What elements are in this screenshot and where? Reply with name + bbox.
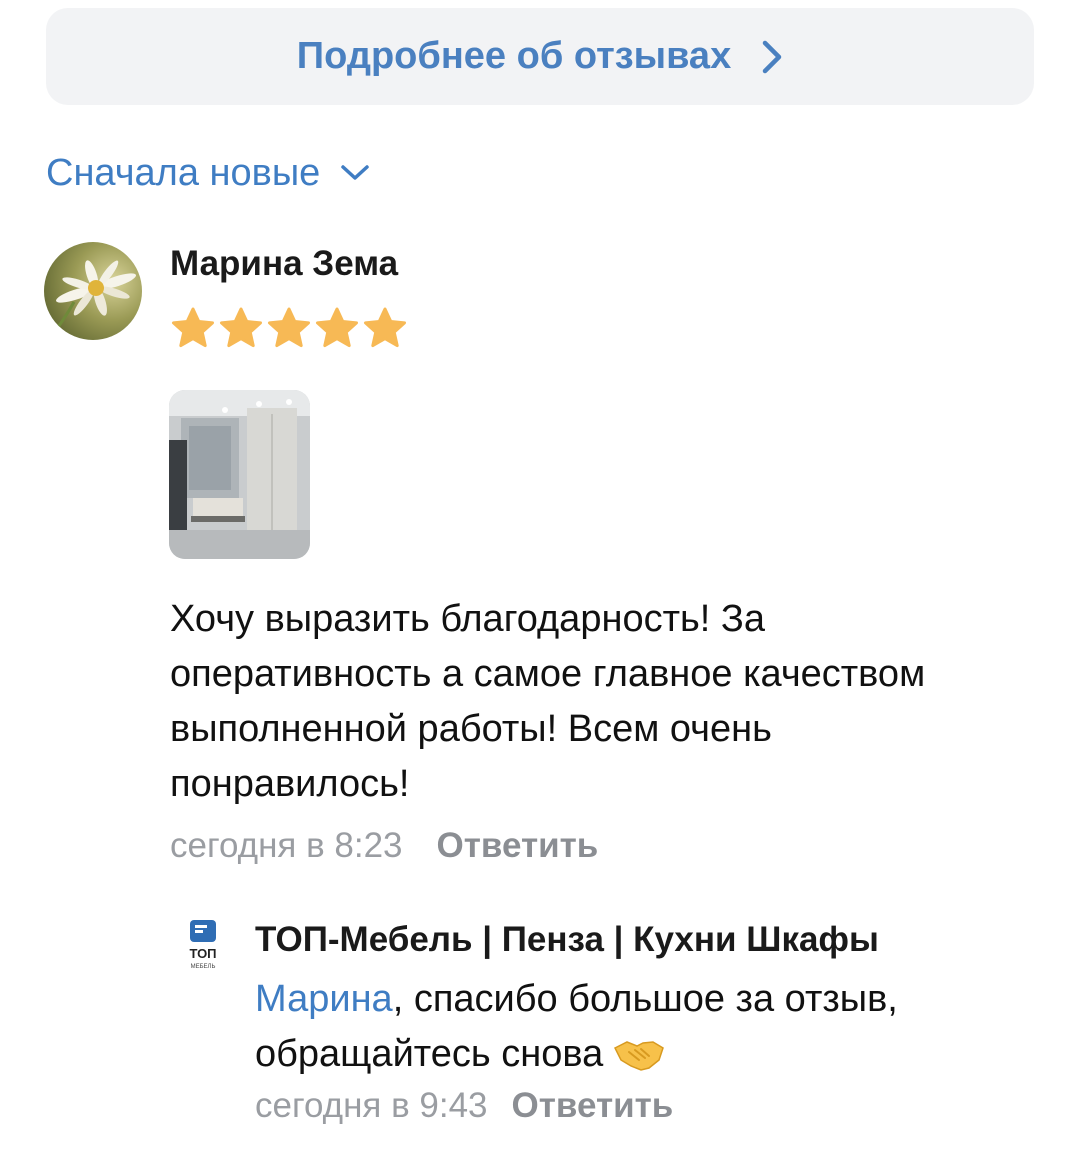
star-icon: [266, 306, 312, 352]
reply-author-name[interactable]: ТОП-Мебель | Пенза | Кухни Шкафы: [255, 920, 879, 960]
community-logo[interactable]: ТОП МЕБЕЛЬ: [186, 920, 222, 972]
reviews-details-label: Подробнее об отзывах: [296, 35, 732, 77]
reviews-details-button[interactable]: Подробнее об отзывах: [46, 8, 1034, 105]
star-icon: [170, 306, 216, 352]
review-date: сегодня в 8:23: [170, 826, 403, 865]
avatar[interactable]: [44, 242, 142, 340]
sort-dropdown[interactable]: Сначала новые: [46, 148, 370, 198]
chevron-right-icon: [761, 39, 783, 75]
star-icon: [362, 306, 408, 352]
reply-meta: сегодня в 9:43 Ответить: [255, 1086, 673, 1126]
review-author-name[interactable]: Марина Зема: [170, 244, 398, 284]
svg-text:ТОП: ТОП: [189, 946, 216, 961]
star-icon: [314, 306, 360, 352]
reply-reply-button[interactable]: Ответить: [512, 1086, 674, 1126]
handshake-icon: [613, 1033, 665, 1088]
review-photo[interactable]: [169, 390, 310, 559]
reply-date: сегодня в 9:43: [255, 1086, 488, 1125]
chevron-down-icon: [340, 164, 370, 182]
review-text: Хочу выразить благодарность! За оператив…: [170, 598, 926, 805]
star-icon: [218, 306, 264, 352]
reply-text: Марина, спасибо большое за отзыв, обраща…: [255, 972, 1035, 1088]
reply-button[interactable]: Ответить: [437, 826, 599, 866]
rating-stars: [170, 306, 408, 352]
sort-label: Сначала новые: [46, 151, 321, 194]
review-meta: сегодня в 8:23 Ответить: [170, 826, 598, 866]
mention-link[interactable]: Марина: [255, 978, 393, 1020]
svg-text:МЕБЕЛЬ: МЕБЕЛЬ: [191, 964, 216, 970]
